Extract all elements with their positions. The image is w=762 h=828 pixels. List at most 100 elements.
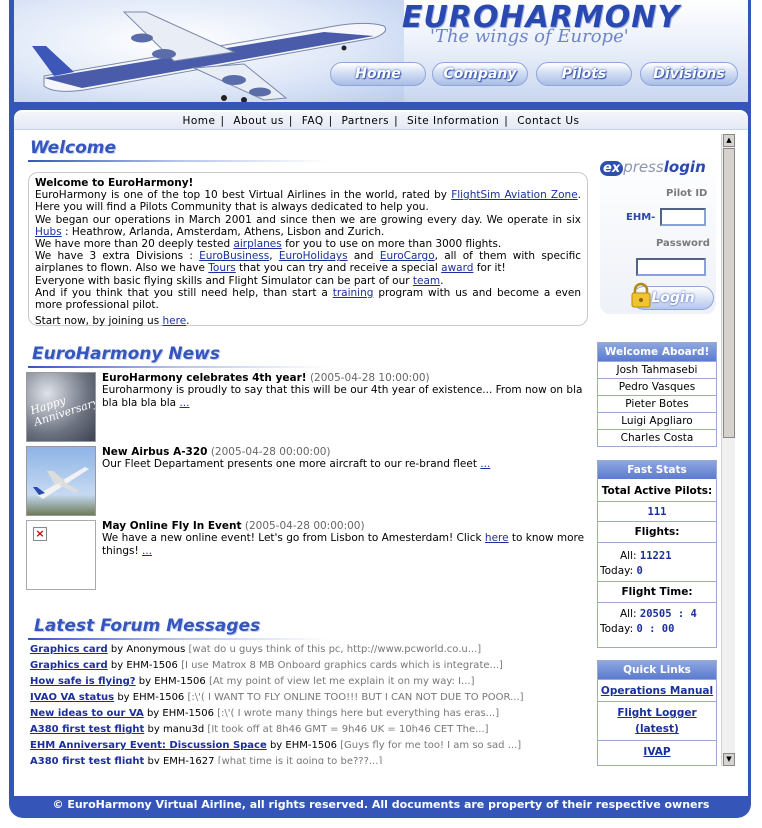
flight-time-all-value: 20505 : 4 bbox=[639, 608, 697, 620]
top-link-about[interactable]: About us bbox=[233, 115, 284, 127]
scrollbar-thumb[interactable] bbox=[723, 148, 735, 438]
lock-icon bbox=[631, 282, 651, 308]
active-pilots-value: 111 bbox=[647, 506, 667, 518]
forum-topic-link[interactable]: Graphics card bbox=[30, 644, 108, 655]
airbus-photo bbox=[33, 467, 89, 499]
quick-link-operations-manual[interactable]: Operations Manual bbox=[601, 685, 713, 697]
flights-label: Flights: bbox=[634, 526, 680, 538]
news-thumbnail-broken-image[interactable]: × bbox=[26, 520, 96, 590]
quick-link-flight-logger[interactable]: Flight Logger (latest) bbox=[617, 707, 696, 735]
fast-stats-title: Fast Stats bbox=[598, 461, 716, 479]
news-thumbnail-airbus[interactable] bbox=[26, 446, 96, 516]
forum-row: A380 first test flight by manu3d [It too… bbox=[30, 724, 489, 735]
link-euroholidays[interactable]: EuroHolidays bbox=[279, 250, 348, 262]
main-content: Home | About us | FAQ | Partners | Site Info… bbox=[14, 110, 748, 796]
forum-row: A380 first test flight by EMH-1627 [what… bbox=[30, 754, 600, 764]
flight-time-label: Flight Time: bbox=[621, 586, 693, 598]
pilot-id-label: Pilot ID bbox=[666, 188, 708, 199]
forum-topic-link[interactable]: A380 first test flight bbox=[30, 724, 144, 735]
welcome-section-title: Welcome bbox=[30, 138, 117, 158]
link-training[interactable]: training bbox=[333, 287, 374, 299]
password-input[interactable] bbox=[636, 258, 706, 276]
link-join-here[interactable]: here bbox=[163, 315, 187, 327]
news-date: (2005-04-28 10:00:00) bbox=[309, 372, 430, 384]
forum-topic-link[interactable]: IVAO VA status bbox=[30, 692, 114, 703]
new-pilot-name: Pedro Vasques bbox=[598, 378, 716, 395]
forum-section-title: Latest Forum Messages bbox=[34, 616, 261, 636]
forum-topic-link[interactable]: A380 first test flight bbox=[30, 756, 144, 764]
top-link-contact[interactable]: Contact Us bbox=[517, 115, 579, 127]
forum-row: Graphics card by EHM-1506 [I use Matrox … bbox=[30, 660, 503, 671]
link-award[interactable]: award bbox=[441, 262, 473, 274]
new-pilot-name: Luigi Apgliaro bbox=[598, 412, 716, 429]
welcome-aboard-panel: Welcome Aboard! Josh Tahmasebi Pedro Vas… bbox=[597, 342, 717, 447]
link-flightsim-aviation-zone[interactable]: FlightSim Aviation Zone bbox=[451, 189, 577, 201]
link-tours[interactable]: Tours bbox=[208, 262, 236, 274]
nav-button-pilots[interactable]: Pilots bbox=[536, 62, 632, 86]
welcome-box: Welcome to EuroHarmony! EuroHarmony is o… bbox=[28, 172, 588, 327]
top-link-site-information[interactable]: Site Information bbox=[407, 115, 499, 127]
section-divider bbox=[28, 160, 328, 162]
news-more-link[interactable]: ... bbox=[480, 458, 490, 470]
news-section-title: EuroHarmony News bbox=[32, 344, 220, 364]
pilot-id-prefix: EHM- bbox=[626, 212, 656, 223]
link-airplanes[interactable]: airplanes bbox=[233, 238, 281, 250]
flights-all-value: 11221 bbox=[639, 550, 672, 562]
forum-row: How safe is flying? by EHM-1506 [At my p… bbox=[30, 676, 475, 687]
active-pilots-label: Total Active Pilots: bbox=[601, 485, 713, 497]
password-label: Password bbox=[656, 238, 710, 249]
top-link-bar: Home | About us | FAQ | Partners | Site Info… bbox=[14, 112, 748, 130]
top-link-faq[interactable]: FAQ bbox=[302, 115, 324, 127]
welcome-aboard-title: Welcome Aboard! bbox=[598, 343, 716, 361]
link-eurocargo[interactable]: EuroCargo bbox=[380, 250, 435, 262]
express-login-logo: ex presslogin bbox=[600, 158, 706, 176]
quick-link-ivap[interactable]: IVAP bbox=[643, 746, 670, 758]
forum-row: Graphics card by Anonymous [wat do u guy… bbox=[30, 644, 482, 655]
link-hubs[interactable]: Hubs bbox=[35, 226, 62, 238]
news-title: New Airbus A-320 bbox=[102, 446, 208, 458]
forum-topic-link[interactable]: New ideas to our VA bbox=[30, 708, 144, 719]
scroll-up-arrow-icon[interactable]: ▲ bbox=[723, 134, 735, 147]
link-eurobusiness[interactable]: EuroBusiness bbox=[199, 250, 269, 262]
forum-row: IVAO VA status by EHM-1506 [:\'( I WANT … bbox=[30, 692, 524, 703]
footer-copyright: © EuroHarmony Virtual Airline, all right… bbox=[52, 798, 710, 811]
vertical-scrollbar[interactable]: ▲ ▼ bbox=[721, 134, 735, 766]
forum-row: New ideas to our VA by EHM-1506 [:\'( I … bbox=[30, 708, 500, 719]
news-item: × May Online Fly In Event (2005-04-28 00… bbox=[26, 520, 592, 590]
top-link-home[interactable]: Home bbox=[182, 115, 215, 127]
news-event-here-link[interactable]: here bbox=[485, 532, 509, 544]
news-item: New Airbus A-320 (2005-04-28 00:00:00) O… bbox=[26, 446, 592, 516]
nav-button-home[interactable]: Home bbox=[330, 62, 426, 86]
airplane-image bbox=[32, 11, 387, 102]
news-summary: Our Fleet Departament presents one more … bbox=[102, 458, 477, 471]
forum-topic-link[interactable]: Graphics card bbox=[30, 660, 108, 671]
new-pilot-name: Pieter Botes bbox=[598, 395, 716, 412]
forum-topic-link[interactable]: How safe is flying? bbox=[30, 676, 136, 687]
flights-today-value: 0 bbox=[636, 565, 643, 577]
news-title: May Online Fly In Event bbox=[102, 520, 242, 532]
scroll-down-arrow-icon[interactable]: ▼ bbox=[723, 753, 735, 766]
news-more-link[interactable]: ... bbox=[142, 545, 152, 557]
news-date: (2005-04-28 00:00:00) bbox=[244, 520, 365, 532]
nav-button-divisions[interactable]: Divisions bbox=[640, 62, 738, 86]
fast-stats-panel: Fast Stats Total Active Pilots: 111 Flig… bbox=[597, 460, 717, 648]
brand-slogan: 'The wings of Europe' bbox=[430, 26, 629, 47]
header-banner: EUROHARMONY 'The wings of Europe' Home C… bbox=[14, 0, 748, 104]
quick-links-panel: Quick Links Operations Manual Flight Log… bbox=[597, 660, 717, 766]
news-title: EuroHarmony celebrates 4th year! bbox=[102, 372, 307, 384]
news-more-link[interactable]: ... bbox=[179, 397, 189, 409]
quick-links-title: Quick Links bbox=[598, 661, 716, 679]
section-divider bbox=[28, 366, 328, 368]
top-link-partners[interactable]: Partners bbox=[341, 115, 389, 127]
broken-image-icon: × bbox=[33, 527, 47, 541]
forum-topic-link[interactable]: EHM Anniversary Event: Discussion Space bbox=[30, 740, 267, 751]
news-summary: Euroharmony is proudly to say that this … bbox=[102, 384, 583, 409]
flight-time-today-value: 0 : 00 bbox=[636, 623, 675, 635]
nav-button-company[interactable]: Company bbox=[432, 62, 528, 86]
news-item: Happy Anniversary EuroHarmony celebrates… bbox=[26, 372, 592, 442]
new-pilot-name: Josh Tahmasebi bbox=[598, 361, 716, 378]
news-thumbnail-anniversary[interactable]: Happy Anniversary bbox=[26, 372, 96, 442]
pilot-id-input[interactable] bbox=[660, 208, 706, 226]
link-team[interactable]: team bbox=[413, 275, 440, 287]
express-login-panel: ex presslogin Pilot ID EHM- Password Logi… bbox=[600, 154, 716, 314]
